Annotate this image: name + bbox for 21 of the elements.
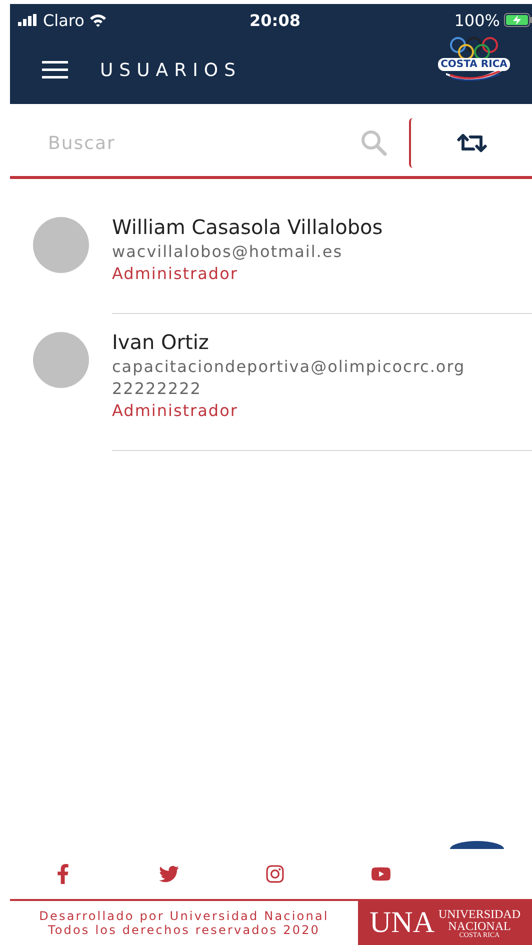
page-title: USUARIOS [100, 60, 242, 80]
carrier-name: Claro [43, 10, 84, 30]
user-email: wacvillalobos@hotmail.es [112, 242, 344, 261]
instagram-icon[interactable] [265, 864, 285, 884]
battery-icon [504, 13, 532, 27]
menu-icon[interactable] [42, 61, 68, 79]
user-role: Administrador [112, 401, 239, 420]
user-role: Administrador [112, 264, 239, 283]
olympic-logo: COSTA RICA [436, 36, 512, 98]
twitter-icon[interactable] [159, 864, 179, 884]
clock-time: 20:08 [250, 10, 300, 30]
signal-icon [18, 14, 38, 26]
wifi-icon [89, 13, 108, 27]
user-email: capacitaciondeportiva@olimpicocrc.org [112, 357, 466, 376]
battery-percent: 100% [454, 10, 500, 30]
user-phone: 22222222 [112, 379, 202, 398]
user-name: William Casasola Villalobos [112, 215, 384, 239]
credits-text: Desarrollado por Universidad Nacional [39, 909, 329, 923]
user-name: Ivan Ortiz [112, 330, 210, 354]
floating-action-button[interactable] [450, 841, 504, 849]
credits-text: Todos los derechos reservados 2020 [48, 923, 320, 937]
